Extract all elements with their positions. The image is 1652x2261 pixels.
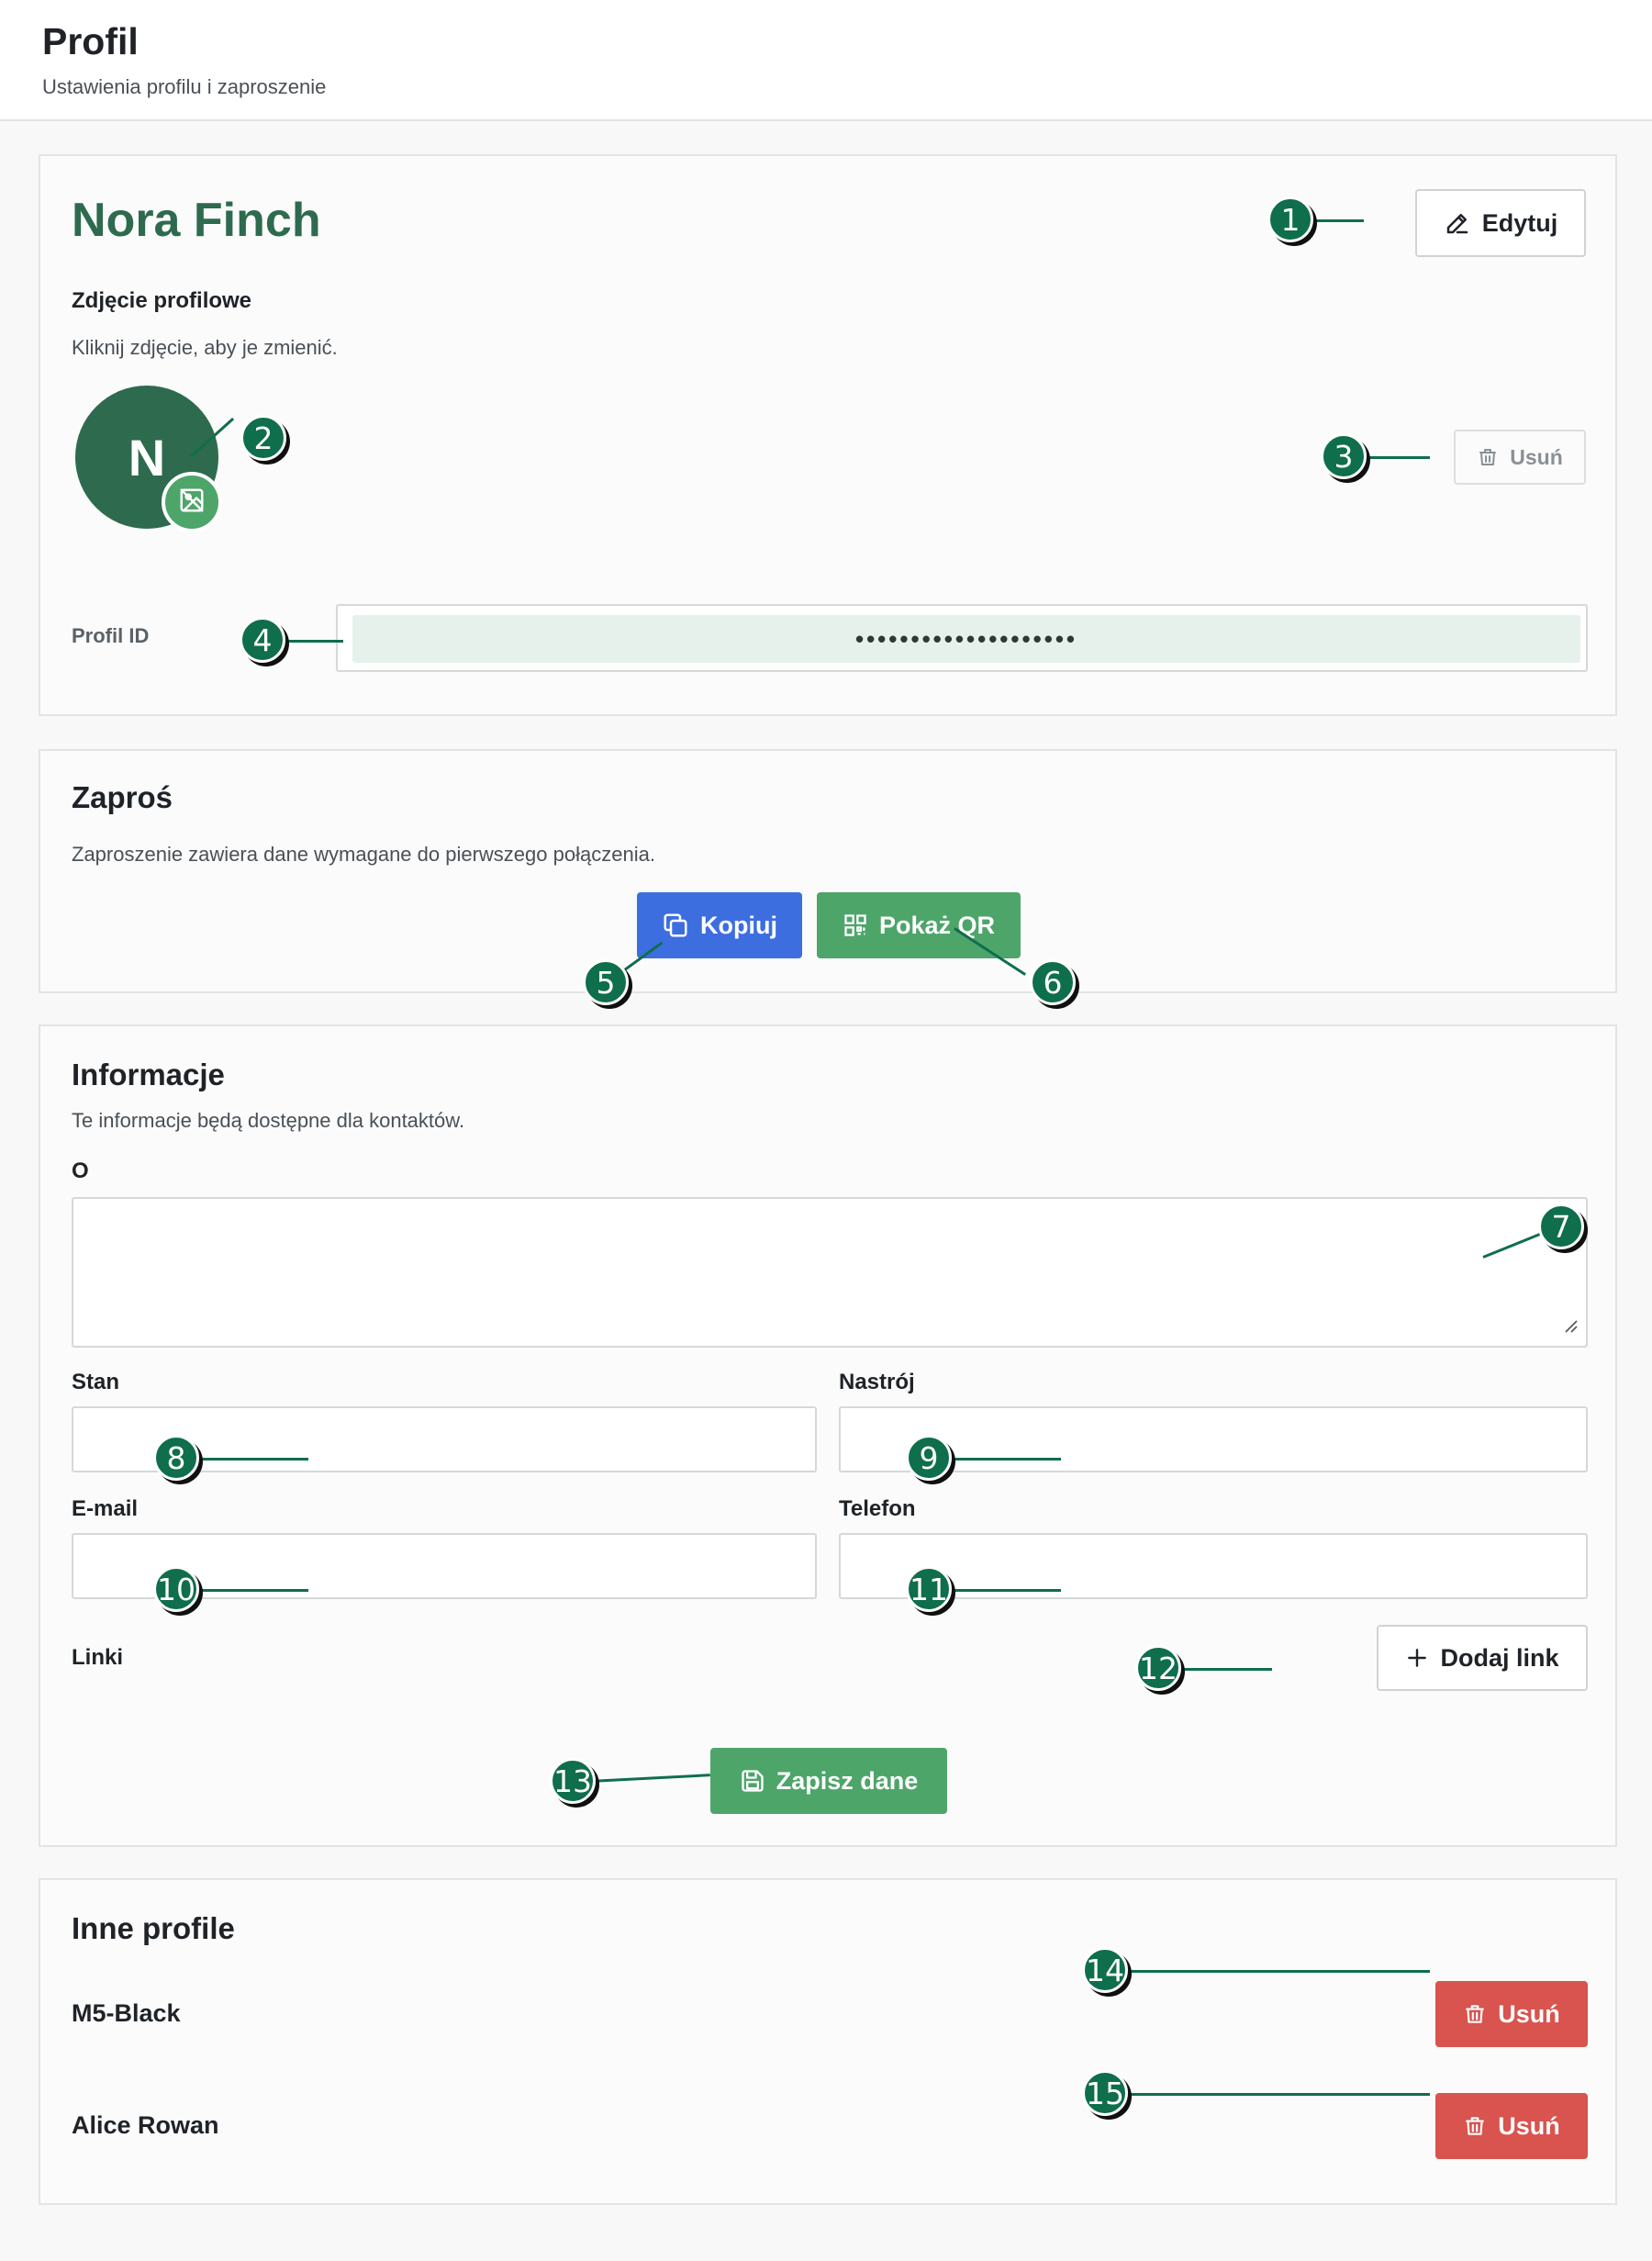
marker-leader <box>1105 2093 1430 2096</box>
image-edit-icon <box>178 487 206 519</box>
save-data-label: Zapisz dane <box>776 1766 919 1795</box>
annotation-marker: 8 <box>153 1435 199 1481</box>
annotation-marker: 7 <box>1538 1203 1584 1249</box>
annotation-marker: 13 <box>550 1758 596 1804</box>
other-profile-name: Alice Rowan <box>72 2111 219 2139</box>
about-label: O <box>72 1158 89 1183</box>
resize-grip-icon[interactable] <box>1562 1317 1579 1338</box>
remove-profile-button[interactable]: Usuń <box>1435 1981 1588 2047</box>
plus-icon <box>1405 1646 1429 1670</box>
invite-heading: Zaproś <box>72 780 173 814</box>
other-profile-name: M5-Black <box>72 1999 181 2027</box>
remove-profile-button[interactable]: Usuń <box>1435 2093 1588 2159</box>
status-label: Stan <box>72 1370 120 1394</box>
copy-invite-button[interactable]: Kopiuj <box>637 892 802 958</box>
phone-label: Telefon <box>839 1496 916 1521</box>
mood-label: Nastrój <box>839 1370 915 1394</box>
profile-name: Nora Finch <box>72 194 321 247</box>
trash-icon <box>1463 2114 1487 2138</box>
about-textarea[interactable] <box>72 1197 1588 1348</box>
annotation-marker: 11 <box>906 1566 952 1612</box>
photo-heading: Zdjęcie profilowe <box>72 288 252 313</box>
show-qr-label: Pokaż QR <box>878 911 996 939</box>
annotation-marker: 10 <box>153 1566 199 1612</box>
photo-hint: Kliknij zdjęcie, aby je zmienić. <box>72 336 338 359</box>
annotation-marker: 15 <box>1082 2070 1128 2116</box>
profile-id-label: Profil ID <box>72 624 150 647</box>
floppy-disk-icon <box>740 1768 765 1794</box>
page-title: Profil <box>42 20 139 62</box>
copy-icon <box>662 912 689 939</box>
avatar-initial: N <box>128 428 166 487</box>
email-label: E-mail <box>72 1496 139 1521</box>
annotation-marker: 12 <box>1135 1645 1181 1691</box>
pencil-icon <box>1444 209 1471 237</box>
marker-leader <box>1105 1970 1430 1973</box>
annotation-marker: 14 <box>1082 1947 1128 1993</box>
invite-card: Zaproś Zaproszenie zawiera dane wymagane… <box>39 749 1617 993</box>
profile-id-value: •••••••••••••••••••• <box>352 615 1580 663</box>
change-photo-button[interactable] <box>162 472 222 532</box>
annotation-marker: 1 <box>1267 196 1313 242</box>
annotation-marker: 6 <box>1030 959 1076 1005</box>
annotation-marker: 3 <box>1321 433 1367 479</box>
add-link-button[interactable]: Dodaj link <box>1377 1625 1588 1691</box>
info-card: Informacje Te informacje będą dostępne d… <box>39 1024 1617 1847</box>
remove-photo-label: Usuń <box>1510 444 1563 469</box>
page-header: Profil Ustawienia profilu i zaproszenie <box>0 0 1652 121</box>
edit-profile-button[interactable]: Edytuj <box>1415 189 1586 257</box>
trash-icon <box>1477 446 1499 468</box>
copy-invite-label: Kopiuj <box>700 911 777 939</box>
other-profiles-heading: Inne profile <box>72 1911 235 1945</box>
annotation-marker: 9 <box>906 1435 952 1481</box>
info-description: Te informacje będą dostępne dla kontaktó… <box>72 1109 465 1132</box>
show-qr-button[interactable]: Pokaż QR <box>817 892 1021 958</box>
remove-photo-button[interactable]: Usuń <box>1454 430 1586 485</box>
add-link-label: Dodaj link <box>1440 1643 1559 1672</box>
annotation-marker: 2 <box>240 415 286 461</box>
invite-description: Zaproszenie zawiera dane wymagane do pie… <box>72 843 655 866</box>
remove-profile-label: Usuń <box>1498 1999 1560 2028</box>
save-data-button[interactable]: Zapisz dane <box>710 1748 947 1814</box>
links-label: Linki <box>72 1645 124 1670</box>
profile-id-field[interactable]: •••••••••••••••••••• <box>336 604 1588 672</box>
info-heading: Informacje <box>72 1058 225 1091</box>
annotation-marker: 5 <box>583 959 629 1005</box>
remove-profile-label: Usuń <box>1498 2111 1560 2140</box>
edit-profile-label: Edytuj <box>1481 208 1558 237</box>
trash-icon <box>1463 2002 1487 2026</box>
page-subtitle: Ustawienia profilu i zaproszenie <box>42 75 327 98</box>
annotation-marker: 4 <box>240 617 285 663</box>
other-profiles-card: Inne profile M5-Black Usuń Alice Rowan U… <box>39 1878 1617 2205</box>
qr-code-icon <box>843 912 868 938</box>
